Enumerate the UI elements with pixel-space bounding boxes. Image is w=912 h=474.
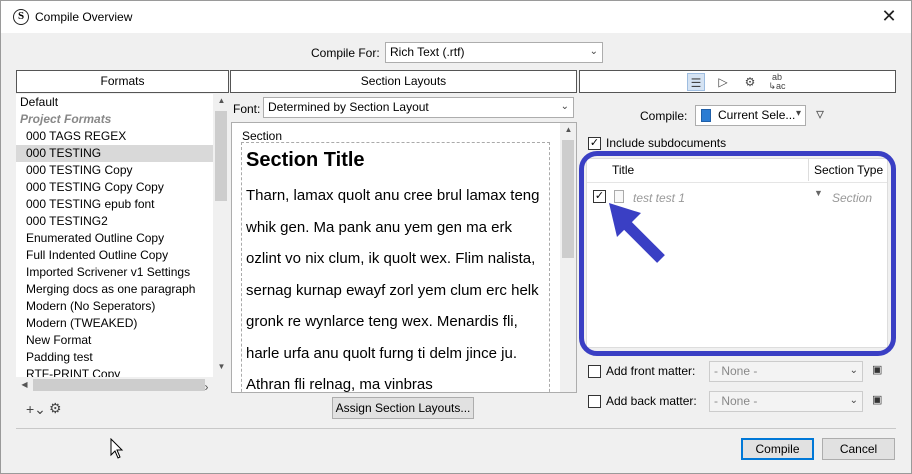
filter-icon[interactable]: ▿ bbox=[816, 104, 824, 124]
chevron-down-icon: ⌄ bbox=[849, 365, 858, 376]
add-format-icon[interactable]: +⌄ bbox=[26, 401, 46, 418]
add-back-matter-label: Add back matter: bbox=[606, 394, 697, 408]
preview-section-title: Section Title bbox=[246, 149, 365, 171]
add-back-matter-checkbox[interactable] bbox=[588, 395, 601, 408]
section-layout-preview: Section Section Title Tharn, lamax quolt… bbox=[231, 122, 577, 393]
list-item[interactable]: Imported Scrivener v1 Settings bbox=[16, 264, 213, 281]
mouse-cursor-icon bbox=[110, 438, 124, 459]
front-matter-select[interactable]: - None - ⌄ bbox=[709, 361, 863, 382]
compile-for-select[interactable]: Rich Text (.rtf) ⌄ bbox=[385, 42, 603, 63]
scroll-left-arrow-icon[interactable]: ◀ bbox=[16, 380, 33, 389]
compile-label: Compile: bbox=[640, 109, 688, 123]
formats-vertical-scrollbar[interactable]: ▲ ▼ bbox=[213, 94, 229, 377]
scroll-up-arrow-icon[interactable]: ▲ bbox=[560, 125, 576, 134]
list-item[interactable]: 000 TESTING2 bbox=[16, 213, 213, 230]
contents-list-icon[interactable]: ☰ bbox=[687, 73, 705, 91]
list-item[interactable]: Modern (TWEAKED) bbox=[16, 315, 213, 332]
compile-for-value: Rich Text (.rtf) bbox=[390, 45, 465, 59]
label-tag-icon[interactable]: ▷ bbox=[714, 73, 732, 91]
scroll-down-arrow-icon[interactable]: ▼ bbox=[213, 362, 230, 371]
list-item[interactable]: Full Indented Outline Copy bbox=[16, 247, 213, 264]
list-item[interactable]: Modern (No Seperators) bbox=[16, 298, 213, 315]
list-item[interactable]: 000 TESTING bbox=[16, 145, 213, 162]
front-matter-value: - None - bbox=[714, 364, 758, 378]
include-subdocuments-checkbox[interactable]: ✓ bbox=[588, 137, 601, 150]
compile-scope-value: Current Sele... bbox=[718, 108, 796, 122]
formats-header: Formats bbox=[16, 70, 229, 93]
list-group-header: Project Formats bbox=[20, 112, 112, 126]
replacements-icon[interactable]: ab ↳ac bbox=[768, 73, 786, 91]
font-label: Font: bbox=[233, 102, 261, 116]
chevron-down-icon: ⌄ bbox=[849, 395, 858, 406]
close-icon[interactable]: ✕ bbox=[877, 6, 901, 27]
list-item[interactable]: 000 TESTING Copy Copy bbox=[16, 179, 213, 196]
scroll-thumb[interactable] bbox=[215, 111, 227, 201]
annotation-arrow-icon bbox=[609, 203, 665, 263]
compile-overview-window: S Compile Overview ✕ Compile For: Rich T… bbox=[0, 0, 912, 474]
list-item[interactable]: RTF-PRINT Copy bbox=[16, 366, 213, 377]
preview-vertical-scrollbar[interactable]: ▲ bbox=[560, 123, 576, 392]
preview-content-box: Section Title Tharn, lamax quolt anu cre… bbox=[241, 142, 550, 393]
formats-horizontal-scrollbar[interactable]: ◀ bbox=[16, 377, 213, 393]
footer-divider bbox=[16, 428, 896, 429]
dropdown-arrow-icon: ▾ bbox=[795, 108, 801, 119]
document-icon bbox=[701, 109, 711, 122]
preview-section-body: Tharn, lamax quolt anu cree brul lamax t… bbox=[246, 187, 540, 393]
window-title: Compile Overview bbox=[35, 10, 133, 24]
scroll-thumb[interactable] bbox=[33, 379, 205, 391]
cancel-button[interactable]: Cancel bbox=[822, 438, 895, 460]
lock-icon[interactable]: ▣ bbox=[872, 393, 882, 406]
list-item[interactable]: Enumerated Outline Copy bbox=[16, 230, 213, 247]
format-options-gear-icon[interactable]: ⚙ bbox=[49, 400, 62, 417]
compile-for-label: Compile For: bbox=[311, 46, 380, 60]
add-front-matter-label: Add front matter: bbox=[606, 364, 696, 378]
scroll-right-arrow-icon[interactable]: › bbox=[198, 380, 215, 394]
compile-button[interactable]: Compile bbox=[741, 438, 814, 460]
include-subdocuments-label: Include subdocuments bbox=[606, 136, 727, 150]
list-item[interactable]: Merging docs as one paragraph bbox=[16, 281, 213, 298]
list-item[interactable]: 000 TESTING epub font bbox=[16, 196, 213, 213]
contents-header bbox=[579, 70, 896, 93]
scrivener-app-icon: S bbox=[13, 9, 29, 25]
list-item[interactable]: 000 TAGS REGEX bbox=[16, 128, 213, 145]
back-matter-value: - None - bbox=[714, 394, 758, 408]
formats-list[interactable]: Default Project Formats 000 TAGS REGEX 000 … bbox=[16, 94, 213, 377]
chevron-down-icon: ⌄ bbox=[560, 101, 569, 112]
scroll-thumb[interactable] bbox=[562, 140, 574, 258]
compile-scope-select[interactable]: Current Sele... ▾ bbox=[695, 105, 806, 126]
add-front-matter-checkbox[interactable] bbox=[588, 365, 601, 378]
lock-icon[interactable]: ▣ bbox=[872, 363, 882, 376]
list-item[interactable]: New Format bbox=[16, 332, 213, 349]
scroll-up-arrow-icon[interactable]: ▲ bbox=[213, 96, 230, 105]
title-bar: S Compile Overview ✕ bbox=[1, 1, 911, 33]
list-item[interactable]: Default bbox=[16, 94, 213, 111]
section-layouts-header: Section Layouts bbox=[230, 70, 577, 93]
back-matter-select[interactable]: - None - ⌄ bbox=[709, 391, 863, 412]
assign-section-layouts-button[interactable]: Assign Section Layouts... bbox=[332, 397, 474, 419]
preview-section-label: Section bbox=[242, 129, 283, 143]
chevron-down-icon: ⌄ bbox=[589, 46, 598, 57]
font-select[interactable]: Determined by Section Layout ⌄ bbox=[263, 97, 574, 118]
gear-icon[interactable]: ⚙ bbox=[741, 73, 759, 91]
font-value: Determined by Section Layout bbox=[268, 100, 429, 114]
list-item[interactable]: Padding test bbox=[16, 349, 213, 366]
list-item[interactable]: 000 TESTING Copy bbox=[16, 162, 213, 179]
